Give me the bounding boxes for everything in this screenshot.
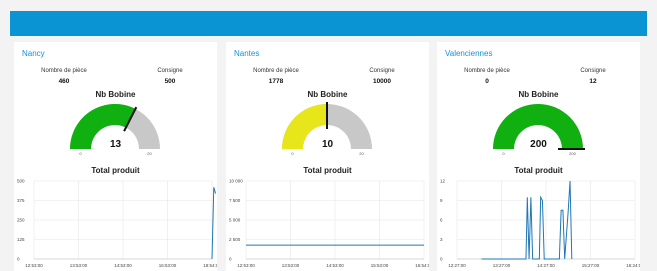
- x-tick-label: 16:24:00: [626, 263, 640, 268]
- site-panel-valenciennes: Valenciennes Nombre de pièce 0 Consigne …: [437, 42, 640, 271]
- piece-count-label: Nombre de pièce: [464, 68, 510, 74]
- piece-count-value: 1778: [268, 78, 284, 85]
- y-tick-label: 2 500: [229, 237, 241, 242]
- gauge-max-label: 200: [569, 151, 576, 156]
- total-produit-chart: 500 375 250 125 0 12:53:00 13:53:00 14:53:00 16:…: [17, 179, 217, 269]
- piece-count-value: 460: [58, 78, 70, 85]
- y-tick-label: 0: [17, 257, 20, 262]
- site-panel-nantes: Nantes Nombre de pièce 1778 Consigne 100…: [226, 42, 429, 271]
- consigne-value: 12: [589, 78, 597, 85]
- x-tick-label: 13:53:00: [70, 263, 88, 268]
- x-tick-label: 18:54:00: [203, 263, 217, 268]
- gauge-min-label: 0: [502, 151, 505, 156]
- gauge-min-label: 0: [291, 151, 294, 156]
- y-tick-label: 10 000: [229, 179, 243, 184]
- panel-title: Valenciennes: [445, 49, 493, 58]
- y-tick-label: 6: [440, 218, 443, 223]
- y-tick-label: 12: [440, 179, 446, 184]
- gauge-title: Nb Bobine: [307, 90, 348, 99]
- x-tick-label: 14:53:00: [114, 263, 132, 268]
- x-tick-label: 12:53:00: [25, 263, 43, 268]
- chart-title: Total produit: [514, 166, 563, 175]
- consigne-label: Consigne: [580, 68, 606, 74]
- x-tick-label: 12:53:00: [237, 263, 255, 268]
- y-tick-label: 0: [229, 257, 232, 262]
- consigne-label: Consigne: [157, 68, 183, 74]
- y-tick-label: 0: [440, 257, 443, 262]
- chart-title: Total produit: [303, 166, 352, 175]
- gauge-value: 10: [321, 139, 334, 150]
- chart-title: Total produit: [91, 166, 140, 175]
- site-panel-nancy: Nancy Nombre de pièce 460 Consigne 500 N…: [14, 42, 217, 271]
- x-tick-label: 15:53:00: [371, 263, 389, 268]
- y-tick-label: 3: [440, 237, 443, 242]
- y-tick-label: 500: [17, 179, 25, 184]
- y-tick-label: 250: [17, 218, 25, 223]
- total-produit-chart: 12 9 6 3 0 12:27:00 13:27:00 14:27:00 15:27:00 16…: [440, 179, 640, 269]
- series-line: [211, 187, 217, 260]
- x-tick-label: 14:27:00: [537, 263, 555, 268]
- consigne-value: 500: [164, 78, 176, 85]
- y-tick-label: 7 500: [229, 198, 241, 203]
- gauge-value: 200: [530, 139, 547, 150]
- gauge-title: Nb Bobine: [518, 90, 559, 99]
- consigne-value: 10000: [372, 78, 392, 85]
- gauge-title: Nb Bobine: [95, 90, 136, 99]
- x-tick-label: 16:54:00: [415, 263, 429, 268]
- panel-title: Nantes: [234, 49, 260, 58]
- piece-count-label: Nombre de pièce: [253, 68, 299, 74]
- y-tick-label: 375: [17, 198, 25, 203]
- gauge-max-label: 20: [359, 151, 364, 156]
- y-tick-label: 9: [440, 198, 443, 203]
- x-tick-label: 14:53:00: [326, 263, 344, 268]
- x-tick-label: 13:27:00: [493, 263, 511, 268]
- piece-count-value: 0: [485, 78, 489, 85]
- piece-count-label: Nombre de pièce: [41, 68, 87, 74]
- total-produit-chart: 10 000 7 500 5 000 2 500 0 12:53:00 13:53:00 14…: [229, 179, 429, 269]
- y-tick-label: 5 000: [229, 218, 241, 223]
- consigne-label: Consigne: [369, 68, 395, 74]
- dashboard-header-bar: [10, 11, 647, 36]
- gauge-max-label: 20: [147, 151, 152, 156]
- gauge-value: 13: [109, 139, 122, 150]
- x-tick-label: 16:53:00: [159, 263, 177, 268]
- x-tick-label: 15:27:00: [582, 263, 600, 268]
- x-tick-label: 13:53:00: [282, 263, 300, 268]
- panel-title: Nancy: [22, 49, 45, 58]
- y-tick-label: 125: [17, 237, 25, 242]
- gauge-min-label: 0: [79, 151, 82, 156]
- x-tick-label: 12:27:00: [448, 263, 466, 268]
